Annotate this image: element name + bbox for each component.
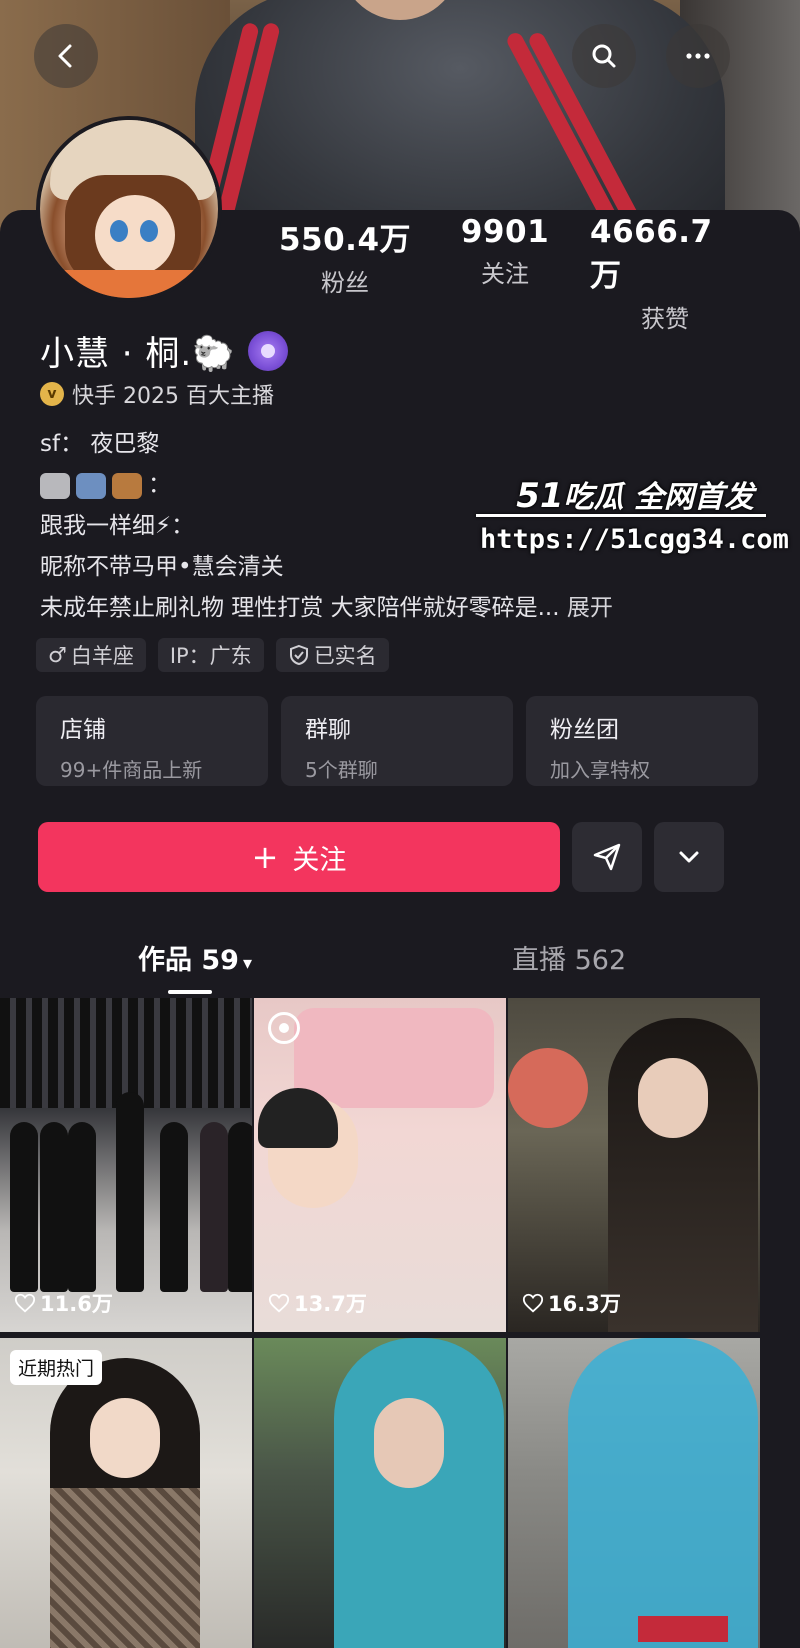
bio-line: 未成年禁止刷礼物 理性打赏 大家陪伴就好零碎是... — [40, 595, 560, 621]
active-tab-indicator — [168, 990, 212, 994]
profile-feature-tiles: 店铺 99+件商品上新 群聊 5个群聊 粉丝团 加入享特权 — [36, 696, 758, 786]
trending-badge: 近期热门 — [10, 1350, 103, 1385]
caret-down-icon: ▾ — [242, 953, 253, 974]
tile-title: 群聊 — [305, 717, 351, 743]
heart-icon — [268, 1293, 290, 1313]
profile-name-row: 小慧 · 桐.🐑 — [40, 326, 288, 375]
watermark-url: https://51cgg34.com — [480, 524, 789, 555]
stat-label: 粉丝 — [321, 269, 369, 297]
bio-line: ： — [148, 472, 171, 498]
stat-likes[interactable]: 4666.7万 获赞 — [590, 214, 740, 334]
level-badge-icon[interactable] — [247, 330, 288, 371]
profile-tags: ♂ 白羊座 IP：广东 已实名 — [36, 638, 389, 672]
stat-value: 9901 — [460, 214, 550, 250]
tag-zodiac[interactable]: ♂ 白羊座 — [36, 638, 146, 672]
handbag-icon — [112, 472, 142, 499]
like-count: 13.7万 — [268, 1288, 367, 1318]
share-button[interactable] — [572, 822, 642, 892]
fan-club-tile[interactable]: 粉丝团 加入享特权 — [526, 696, 758, 786]
watermark-brand-text: 吃瓜 全网首发 — [563, 480, 754, 515]
stat-value: 550.4万 — [278, 222, 412, 258]
heart-icon — [522, 1293, 544, 1313]
plus-icon: + — [251, 838, 279, 876]
video-thumbnail[interactable]: 11.6万 — [0, 998, 252, 1332]
tab-live[interactable]: 直播 562 — [512, 938, 626, 977]
gender-icon: ♂ — [48, 643, 67, 667]
bio-line: sf： 夜巴黎 — [40, 431, 160, 457]
like-count-value: 13.7万 — [294, 1292, 367, 1316]
heart-icon — [14, 1293, 36, 1313]
like-count-value: 16.3万 — [548, 1292, 621, 1316]
tile-title: 店铺 — [60, 717, 106, 743]
video-thumbnail[interactable] — [254, 1338, 506, 1648]
send-icon — [593, 843, 621, 871]
video-thumbnail[interactable]: 近期热门 — [0, 1338, 252, 1648]
watermark-brand: 51吃瓜 全网首发 — [516, 472, 754, 516]
chevron-left-icon — [58, 44, 72, 68]
video-thumbnail[interactable]: 16.3万 — [508, 998, 760, 1332]
video-grid: 11.6万 13.7万 16.3万 近期热门 — [0, 998, 800, 1648]
tile-title: 粉丝团 — [550, 717, 619, 743]
tile-subtitle: 5个群聊 — [305, 758, 378, 782]
watermark-brand-number: 51 — [516, 476, 564, 516]
profile-stats: 550.4万 粉丝 9901 关注 4666.7万 获赞 — [270, 214, 740, 334]
stat-label: 获赞 — [641, 305, 689, 333]
stat-value: 4666.7万 — [590, 214, 713, 294]
stat-label: 关注 — [481, 260, 529, 288]
follow-label: 关注 — [292, 844, 347, 876]
like-count: 11.6万 — [14, 1288, 113, 1318]
stat-followers[interactable]: 550.4万 粉丝 — [270, 214, 420, 334]
tag-verified[interactable]: 已实名 — [275, 638, 389, 672]
tag-ip-location[interactable]: IP：广东 — [157, 638, 264, 672]
anchor-title-row: v 快手 2025 百大主播 — [40, 378, 274, 410]
like-count: 16.3万 — [522, 1288, 621, 1318]
watermark-divider — [476, 514, 766, 517]
search-button[interactable] — [572, 24, 636, 88]
content-tabs: 作品 59 ▾ 直播 562 — [0, 938, 800, 994]
watermark: 51吃瓜 全网首发 https://51cgg34.com — [476, 468, 800, 568]
tag-label: IP：广东 — [169, 644, 252, 668]
tag-label: 已实名 — [313, 644, 377, 668]
more-dots-icon — [686, 53, 710, 59]
stat-following[interactable]: 9901 关注 — [430, 214, 580, 334]
tab-works[interactable]: 作品 59 ▾ — [138, 938, 252, 977]
pinned-icon — [268, 1012, 300, 1044]
anchor-title: 快手 2025 百大主播 — [72, 384, 274, 409]
video-thumbnail[interactable]: 13.7万 — [254, 998, 506, 1332]
tab-label: 直播 562 — [512, 945, 627, 976]
shop-tile[interactable]: 店铺 99+件商品上新 — [36, 696, 268, 786]
tag-label: 白羊座 — [70, 644, 134, 668]
follow-button[interactable]: + 关注 — [38, 822, 560, 892]
search-icon — [592, 44, 616, 68]
back-button[interactable] — [34, 24, 98, 88]
group-chat-tile[interactable]: 群聊 5个群聊 — [281, 696, 513, 786]
avatar[interactable] — [36, 116, 222, 302]
more-options-button[interactable] — [654, 822, 724, 892]
tile-subtitle: 99+件商品上新 — [60, 758, 203, 782]
sneaker-icon — [40, 472, 70, 499]
verified-badge-icon: v — [40, 382, 64, 406]
like-count-value: 11.6万 — [40, 1292, 113, 1316]
profile-name: 小慧 · 桐.🐑 — [40, 334, 236, 374]
chevron-down-icon — [679, 851, 699, 863]
tile-subtitle: 加入享特权 — [550, 758, 650, 782]
video-thumbnail[interactable] — [508, 1338, 760, 1648]
bio-expand-link[interactable]: 展开 — [567, 595, 613, 621]
shield-icon — [289, 644, 308, 666]
shirt-icon — [76, 472, 106, 499]
more-button[interactable] — [666, 24, 730, 88]
tab-label: 作品 59 — [138, 945, 239, 976]
